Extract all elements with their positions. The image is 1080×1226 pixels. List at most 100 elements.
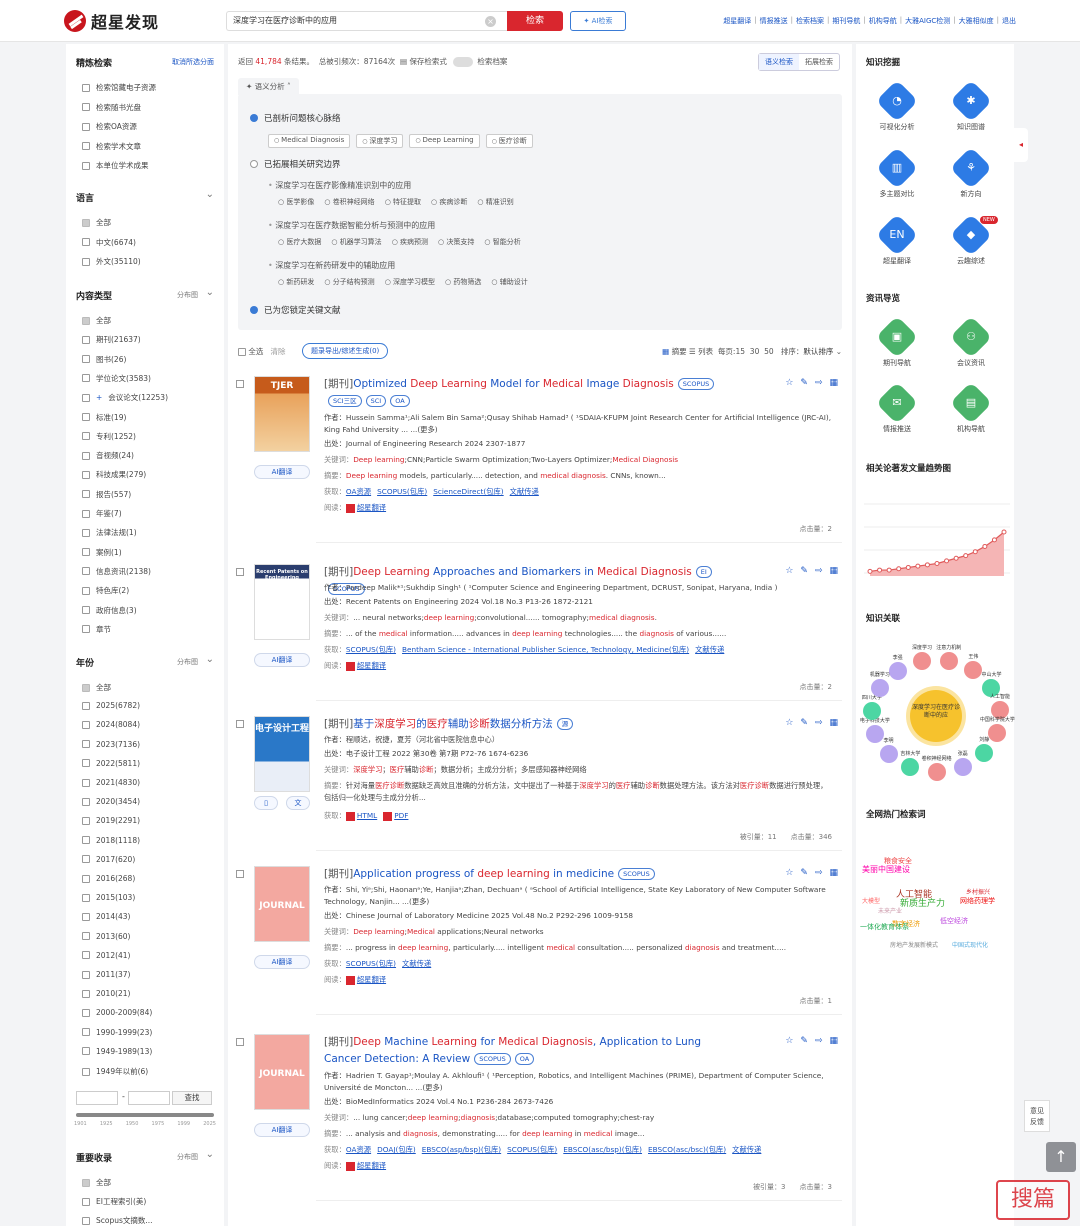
- access-link[interactable]: HTML: [357, 811, 377, 820]
- content-type-item[interactable]: 学位论文(3583): [82, 373, 151, 384]
- year-item[interactable]: 2015(103): [82, 893, 135, 902]
- year-action[interactable]: 分布图: [177, 657, 198, 667]
- result-checkbox[interactable]: [236, 870, 244, 878]
- per-page-50[interactable]: 50: [764, 347, 774, 356]
- access-link[interactable]: OA资源: [346, 487, 371, 496]
- favorite-icon[interactable]: ☆: [785, 566, 793, 576]
- content-type-action[interactable]: 分布图: [177, 290, 198, 300]
- back-to-top-button[interactable]: ↑: [1046, 1142, 1076, 1172]
- favorite-icon[interactable]: ☆: [785, 868, 793, 878]
- language-item[interactable]: 外文(35110): [82, 256, 141, 267]
- language-item[interactable]: 全部: [82, 217, 111, 228]
- access-link[interactable]: SCOPUS(包库): [346, 959, 396, 968]
- hot-keyword[interactable]: 乡村振兴: [966, 887, 990, 896]
- access-link[interactable]: Bentham Science - International Publishe…: [402, 645, 689, 654]
- result-checkbox[interactable]: [236, 720, 244, 728]
- mining-tool[interactable]: ▥ 多主题对比: [862, 146, 932, 199]
- refine-item[interactable]: 检索学术文章: [82, 141, 141, 152]
- access-link[interactable]: SCOPUS(包库): [377, 487, 427, 496]
- reader-icon-button[interactable]: ▯: [254, 796, 278, 810]
- share-icon[interactable]: ⇨: [815, 566, 823, 576]
- important-action[interactable]: 分布图: [177, 1152, 198, 1162]
- refine-item[interactable]: 检索随书光盘: [82, 102, 141, 113]
- content-type-item[interactable]: 案例(1): [82, 547, 122, 558]
- year-item[interactable]: 2023(7136): [82, 740, 140, 749]
- favorite-icon[interactable]: ☆: [785, 1036, 793, 1046]
- checkbox[interactable]: [82, 855, 90, 864]
- year-item[interactable]: 2016(268): [82, 874, 135, 883]
- keyword-chip[interactable]: 特征提取: [385, 197, 421, 207]
- access-link[interactable]: 文献传递: [732, 1145, 761, 1154]
- share-icon[interactable]: ⇨: [815, 868, 823, 878]
- year-item[interactable]: 2024(8084): [82, 720, 140, 729]
- checkbox[interactable]: [82, 528, 90, 537]
- content-type-item[interactable]: 科技成果(279): [82, 469, 146, 480]
- access-link[interactable]: ScienceDirect(包库): [433, 487, 503, 496]
- checkbox[interactable]: [82, 816, 90, 825]
- checkbox[interactable]: [82, 316, 90, 325]
- refine-item[interactable]: 检索OA资源: [82, 121, 137, 132]
- checkbox[interactable]: [82, 161, 90, 170]
- keyword-chip[interactable]: 智能分析: [484, 237, 521, 247]
- access-link[interactable]: 文献传递: [402, 959, 431, 968]
- year-item[interactable]: 2017(620): [82, 855, 135, 864]
- refine-item[interactable]: 本单位学术成果: [82, 160, 149, 171]
- checkbox[interactable]: [82, 759, 90, 768]
- trend-point[interactable]: [963, 553, 969, 559]
- collapse-handle[interactable]: ◂: [1014, 128, 1028, 162]
- access-link[interactable]: EBSCO(asc/bsp)(包库): [563, 1145, 642, 1154]
- favorite-icon[interactable]: ☆: [785, 378, 793, 388]
- result-checkbox[interactable]: [236, 1038, 244, 1046]
- association-node[interactable]: 电子科技大学: [860, 718, 890, 743]
- checkbox[interactable]: [82, 335, 90, 344]
- checkbox[interactable]: [82, 257, 90, 266]
- per-page-15[interactable]: 每页:15: [718, 347, 745, 356]
- checkbox[interactable]: [82, 374, 90, 383]
- access-link[interactable]: EBSCO(asp/bsp)(包库): [422, 1145, 501, 1154]
- content-type-item[interactable]: 信息资讯(2138): [82, 566, 151, 577]
- hot-keyword[interactable]: 网络药理学: [960, 896, 995, 906]
- edit-icon[interactable]: ✎: [800, 1036, 808, 1046]
- keyword-chip[interactable]: 深度学习模型: [385, 277, 435, 287]
- year-item[interactable]: 2018(1118): [82, 836, 140, 845]
- trend-point[interactable]: [982, 543, 988, 549]
- association-node[interactable]: 卷积神经网络: [922, 756, 952, 781]
- checkbox[interactable]: [82, 142, 90, 150]
- checkbox[interactable]: [82, 989, 90, 998]
- checkbox[interactable]: [82, 1178, 90, 1187]
- hot-keyword[interactable]: 新质生产力: [900, 896, 945, 909]
- year-item[interactable]: 1949年以前(6): [82, 1066, 148, 1077]
- clear-selection-link[interactable]: 清除: [271, 347, 286, 356]
- info-tool[interactable]: ✉ 情报推送: [862, 381, 932, 434]
- trend-point[interactable]: [886, 567, 892, 573]
- feedback-button[interactable]: 意见 反馈: [1024, 1100, 1050, 1132]
- checkbox[interactable]: [82, 720, 90, 729]
- keyword-chip[interactable]: 辅助设计: [491, 277, 528, 287]
- qrcode-icon[interactable]: ▦: [829, 566, 838, 576]
- save-icon[interactable]: ▤: [400, 57, 407, 66]
- access-link[interactable]: 文献传递: [695, 645, 724, 654]
- year-item[interactable]: 2019(2291): [82, 816, 140, 825]
- content-type-item[interactable]: 全部: [82, 315, 111, 326]
- result-checkbox[interactable]: [236, 380, 244, 388]
- keyword-chip[interactable]: 医疗诊断: [485, 134, 533, 148]
- year-item[interactable]: 1990-1999(23): [82, 1028, 152, 1037]
- year-to-input[interactable]: [128, 1091, 170, 1106]
- association-center[interactable]: 深度学习在医疗诊断中的应: [910, 690, 962, 742]
- read-link[interactable]: 超星翻译: [357, 503, 386, 512]
- access-link[interactable]: EBSCO(asc/bsc)(包库): [648, 1145, 726, 1154]
- cover-image[interactable]: JOURNAL: [254, 866, 310, 942]
- checkbox[interactable]: [82, 432, 90, 441]
- access-link[interactable]: OA资源: [346, 1145, 371, 1154]
- checkbox[interactable]: [82, 797, 90, 806]
- abstract-view-button[interactable]: 摘要: [672, 347, 687, 356]
- archive-toggle[interactable]: [453, 57, 474, 67]
- cover-image[interactable]: 电子设计工程: [254, 716, 310, 792]
- checkbox[interactable]: [82, 970, 90, 979]
- trend-point[interactable]: [867, 568, 873, 574]
- checkbox[interactable]: [82, 912, 90, 921]
- plus-icon[interactable]: +: [96, 393, 102, 402]
- top-link-7[interactable]: 退出: [1002, 16, 1016, 26]
- content-type-item[interactable]: 专利(1252): [82, 431, 136, 442]
- refine-action[interactable]: 取消所选分面: [172, 57, 214, 67]
